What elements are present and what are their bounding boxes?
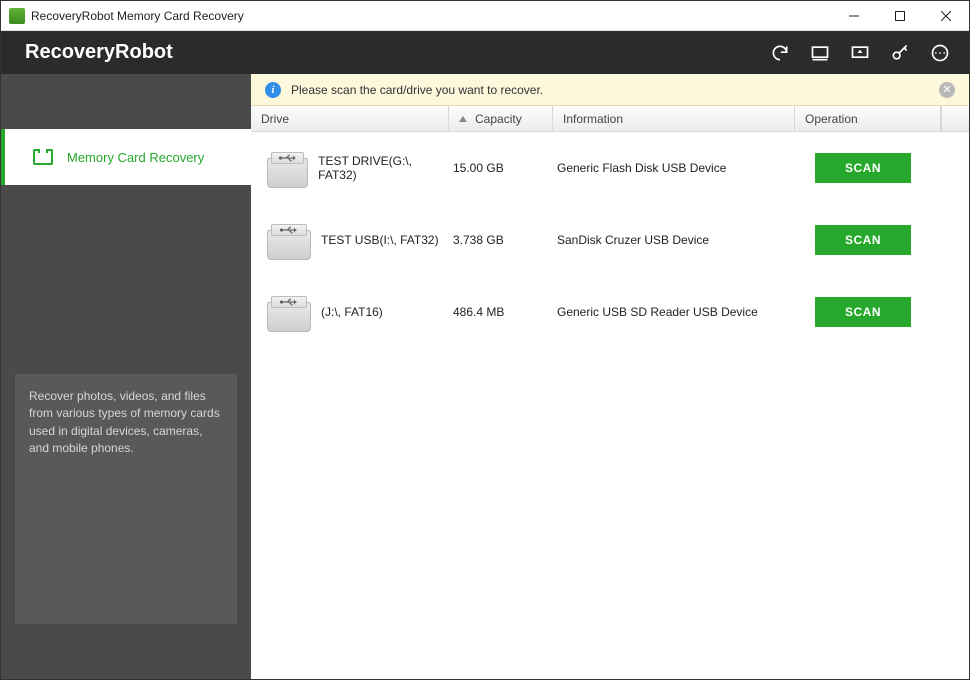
scan-button[interactable]: SCAN xyxy=(815,153,911,183)
app-icon xyxy=(9,8,25,24)
drive-label: (J:\, FAT16) xyxy=(321,305,383,319)
capacity-value: 3.738 GB xyxy=(449,233,553,247)
refresh-icon[interactable] xyxy=(769,42,791,64)
column-label: Operation xyxy=(805,112,858,126)
column-header-capacity[interactable]: Capacity xyxy=(449,106,553,131)
capacity-value: 15.00 GB xyxy=(449,161,553,175)
info-value: SanDisk Cruzer USB Device xyxy=(553,233,795,247)
close-button[interactable] xyxy=(923,1,969,30)
column-header-drive[interactable]: Drive xyxy=(251,106,449,131)
display-icon[interactable] xyxy=(809,42,831,64)
drive-label: TEST USB(I:\, FAT32) xyxy=(321,233,439,247)
capacity-value: 486.4 MB xyxy=(449,305,553,319)
window-controls xyxy=(831,1,969,30)
table-header: Drive Capacity Information Operation xyxy=(251,106,969,132)
column-label: Capacity xyxy=(475,112,522,126)
info-message: Please scan the card/drive you want to r… xyxy=(291,83,929,97)
drive-icon xyxy=(267,220,311,260)
minimize-button[interactable] xyxy=(831,1,877,30)
info-close-button[interactable]: ✕ xyxy=(939,82,955,98)
drive-label: TEST DRIVE(G:\, FAT32) xyxy=(318,154,445,182)
sidebar-item-memory-card-recovery[interactable]: Memory Card Recovery xyxy=(1,129,251,185)
header-toolbar xyxy=(769,42,951,64)
sidebar: Memory Card Recovery Recover photos, vid… xyxy=(1,74,251,679)
sidebar-item-label: Memory Card Recovery xyxy=(67,150,204,165)
key-icon[interactable] xyxy=(889,42,911,64)
table-row: TEST DRIVE(G:\, FAT32) 15.00 GB Generic … xyxy=(263,132,957,204)
window-title: RecoveryRobot Memory Card Recovery xyxy=(31,9,244,23)
column-header-information[interactable]: Information xyxy=(553,106,795,131)
column-header-extra[interactable] xyxy=(941,106,969,131)
table-row: (J:\, FAT16) 486.4 MB Generic USB SD Rea… xyxy=(263,276,957,348)
sort-asc-icon xyxy=(459,116,467,122)
maximize-button[interactable] xyxy=(877,1,923,30)
table-row: TEST USB(I:\, FAT32) 3.738 GB SanDisk Cr… xyxy=(263,204,957,276)
column-label: Information xyxy=(563,112,623,126)
main-panel: i Please scan the card/drive you want to… xyxy=(251,74,969,679)
column-label: Drive xyxy=(261,112,289,126)
info-icon: i xyxy=(265,82,281,98)
table-body: TEST DRIVE(G:\, FAT32) 15.00 GB Generic … xyxy=(251,132,969,348)
update-icon[interactable] xyxy=(849,42,871,64)
drive-icon xyxy=(267,292,311,332)
sidebar-description: Recover photos, videos, and files from v… xyxy=(15,374,237,624)
info-bar: i Please scan the card/drive you want to… xyxy=(251,74,969,106)
info-value: Generic USB SD Reader USB Device xyxy=(553,305,795,319)
scan-button[interactable]: SCAN xyxy=(815,297,911,327)
scan-button[interactable]: SCAN xyxy=(815,225,911,255)
drive-icon xyxy=(267,148,308,188)
info-value: Generic Flash Disk USB Device xyxy=(553,161,795,175)
memory-card-icon xyxy=(33,149,53,165)
titlebar: RecoveryRobot Memory Card Recovery xyxy=(1,1,969,31)
app-header: RecoveryRobot xyxy=(1,31,969,74)
brand-label: RecoveryRobot xyxy=(25,41,173,64)
column-header-operation[interactable]: Operation xyxy=(795,106,941,131)
more-icon[interactable] xyxy=(929,42,951,64)
